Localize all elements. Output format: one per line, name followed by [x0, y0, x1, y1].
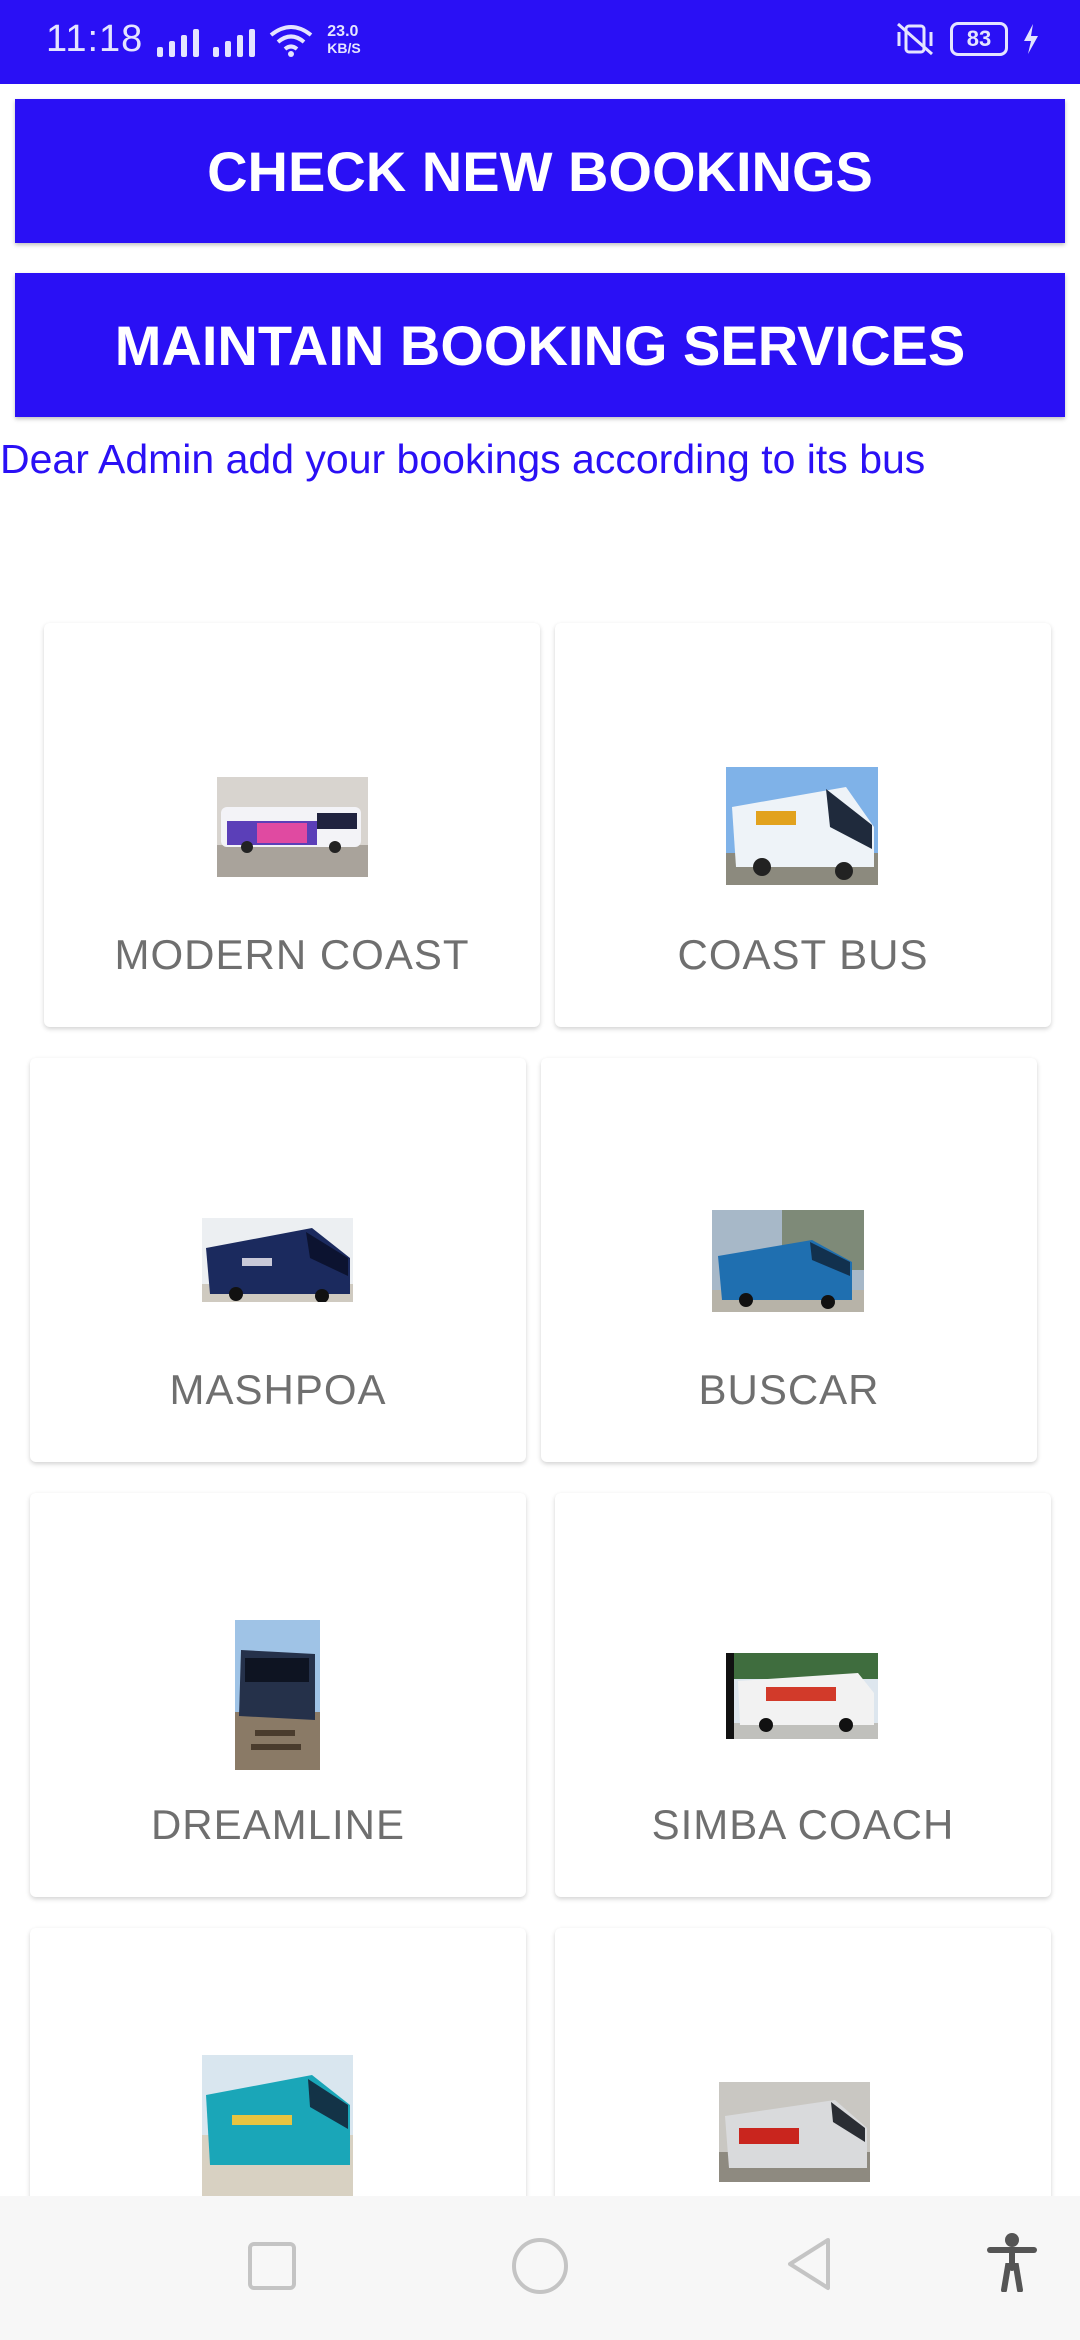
- bus-card-dreamline[interactable]: DREAMLINE: [30, 1493, 526, 1897]
- bus-name: COAST BUS: [677, 931, 929, 978]
- bus-photo-icon: [202, 2055, 353, 2196]
- bus-name: SIMBA COACH: [651, 1801, 955, 1848]
- bus-photo-icon: [719, 2082, 870, 2182]
- bus-name: BUSCAR: [698, 1366, 880, 1413]
- bus-photo-icon: [726, 1653, 878, 1739]
- recent-apps-button[interactable]: [248, 2242, 296, 2290]
- home-button[interactable]: [512, 2238, 568, 2294]
- clock: 11:18: [46, 18, 144, 60]
- bus-photo-icon: [217, 777, 368, 877]
- bus-photo-icon: [202, 1218, 353, 1302]
- bus-photo-icon: [235, 1620, 320, 1770]
- vibrate-off-icon: [897, 22, 933, 56]
- bus-name: DREAMLINE: [150, 1801, 406, 1848]
- battery-indicator: 83: [950, 22, 1008, 56]
- bus-photo-icon: [712, 1210, 864, 1312]
- navigation-bar: [0, 2196, 1080, 2340]
- bus-name: MODERN COAST: [114, 931, 470, 978]
- bus-card-modern-coast[interactable]: MODERN COAST: [44, 623, 540, 1027]
- accessibility-icon[interactable]: [986, 2232, 1038, 2292]
- check-new-bookings-button[interactable]: CHECK NEW BOOKINGS: [15, 99, 1065, 243]
- bus-card-simba-coach[interactable]: SIMBA COACH: [555, 1493, 1051, 1897]
- maintain-booking-services-button[interactable]: MAINTAIN BOOKING SERVICES: [15, 273, 1065, 417]
- admin-hint-text: Dear Admin add your bookings according t…: [0, 436, 926, 482]
- bus-card-coast-bus[interactable]: COAST BUS: [555, 623, 1051, 1027]
- status-bar: 11:18 23.0 KB/S 83: [0, 0, 1080, 84]
- charging-icon: [1024, 24, 1038, 54]
- signal-icon-2: [213, 23, 256, 57]
- bus-card-mashpoa[interactable]: MASHPOA: [30, 1058, 526, 1462]
- wifi-icon: [270, 24, 313, 57]
- network-speed: 23.0 KB/S: [327, 22, 361, 56]
- back-button[interactable]: [784, 2236, 834, 2292]
- bus-card-buscar[interactable]: BUSCAR: [541, 1058, 1037, 1462]
- signal-icon: [157, 23, 200, 57]
- bus-name: MASHPOA: [169, 1366, 387, 1413]
- bus-photo-icon: [726, 767, 878, 885]
